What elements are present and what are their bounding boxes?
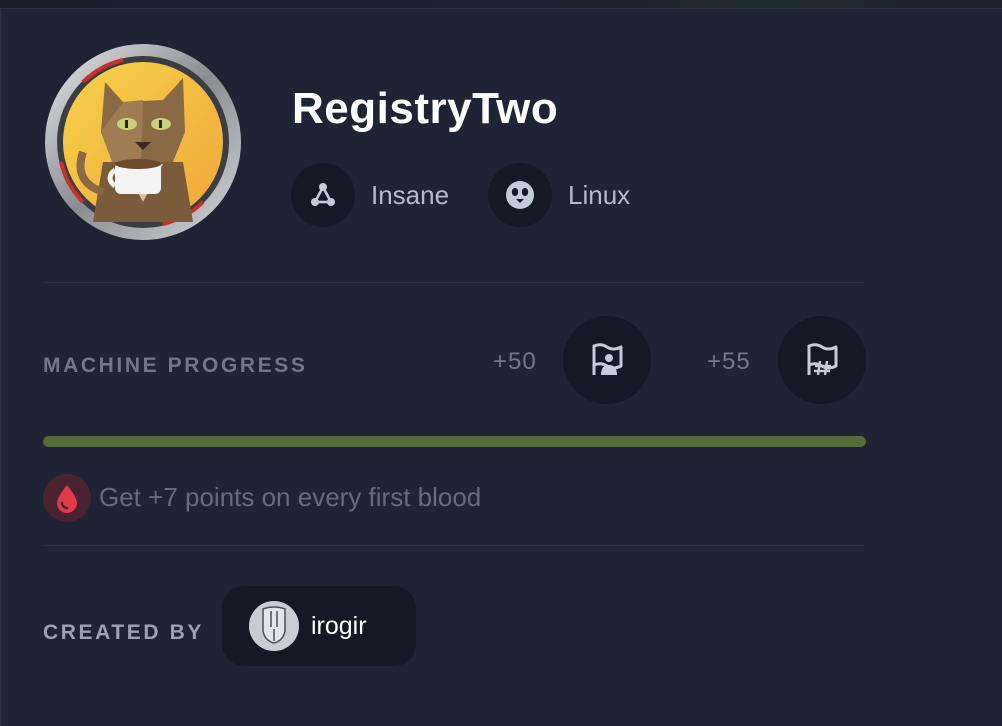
machine-progress-bar: [43, 436, 866, 447]
machine-name: RegistryTwo: [292, 84, 559, 133]
top-strip: [0, 0, 1002, 8]
user-flag-button[interactable]: [563, 316, 651, 404]
root-flag-button[interactable]: [778, 316, 866, 404]
difficulty-nodes-icon: [291, 163, 355, 227]
difficulty-pill: Insane: [291, 163, 449, 227]
user-flag-icon: [592, 343, 623, 375]
creator-name: irogir: [311, 611, 367, 640]
linux-penguin-icon: [488, 163, 552, 227]
divider-bottom: [43, 545, 865, 546]
created-by-label: CREATED BY: [43, 621, 204, 644]
creator-avatar: [249, 601, 299, 651]
root-flag-icon: [807, 343, 838, 376]
os-pill: Linux: [488, 163, 630, 227]
machine-avatar: [43, 42, 243, 242]
machine-progress-fill: [43, 436, 866, 447]
blood-drop-icon: [43, 474, 91, 522]
user-points: +50: [493, 348, 537, 375]
creator-profile-link[interactable]: irogir: [222, 586, 416, 666]
divider-top: [43, 282, 865, 283]
first-blood-text: Get +7 points on every first blood: [99, 482, 482, 512]
difficulty-label: Insane: [371, 179, 450, 210]
machine-progress-label: MACHINE PROGRESS: [43, 354, 308, 377]
os-label: Linux: [568, 179, 631, 210]
root-points: +55: [707, 348, 751, 375]
